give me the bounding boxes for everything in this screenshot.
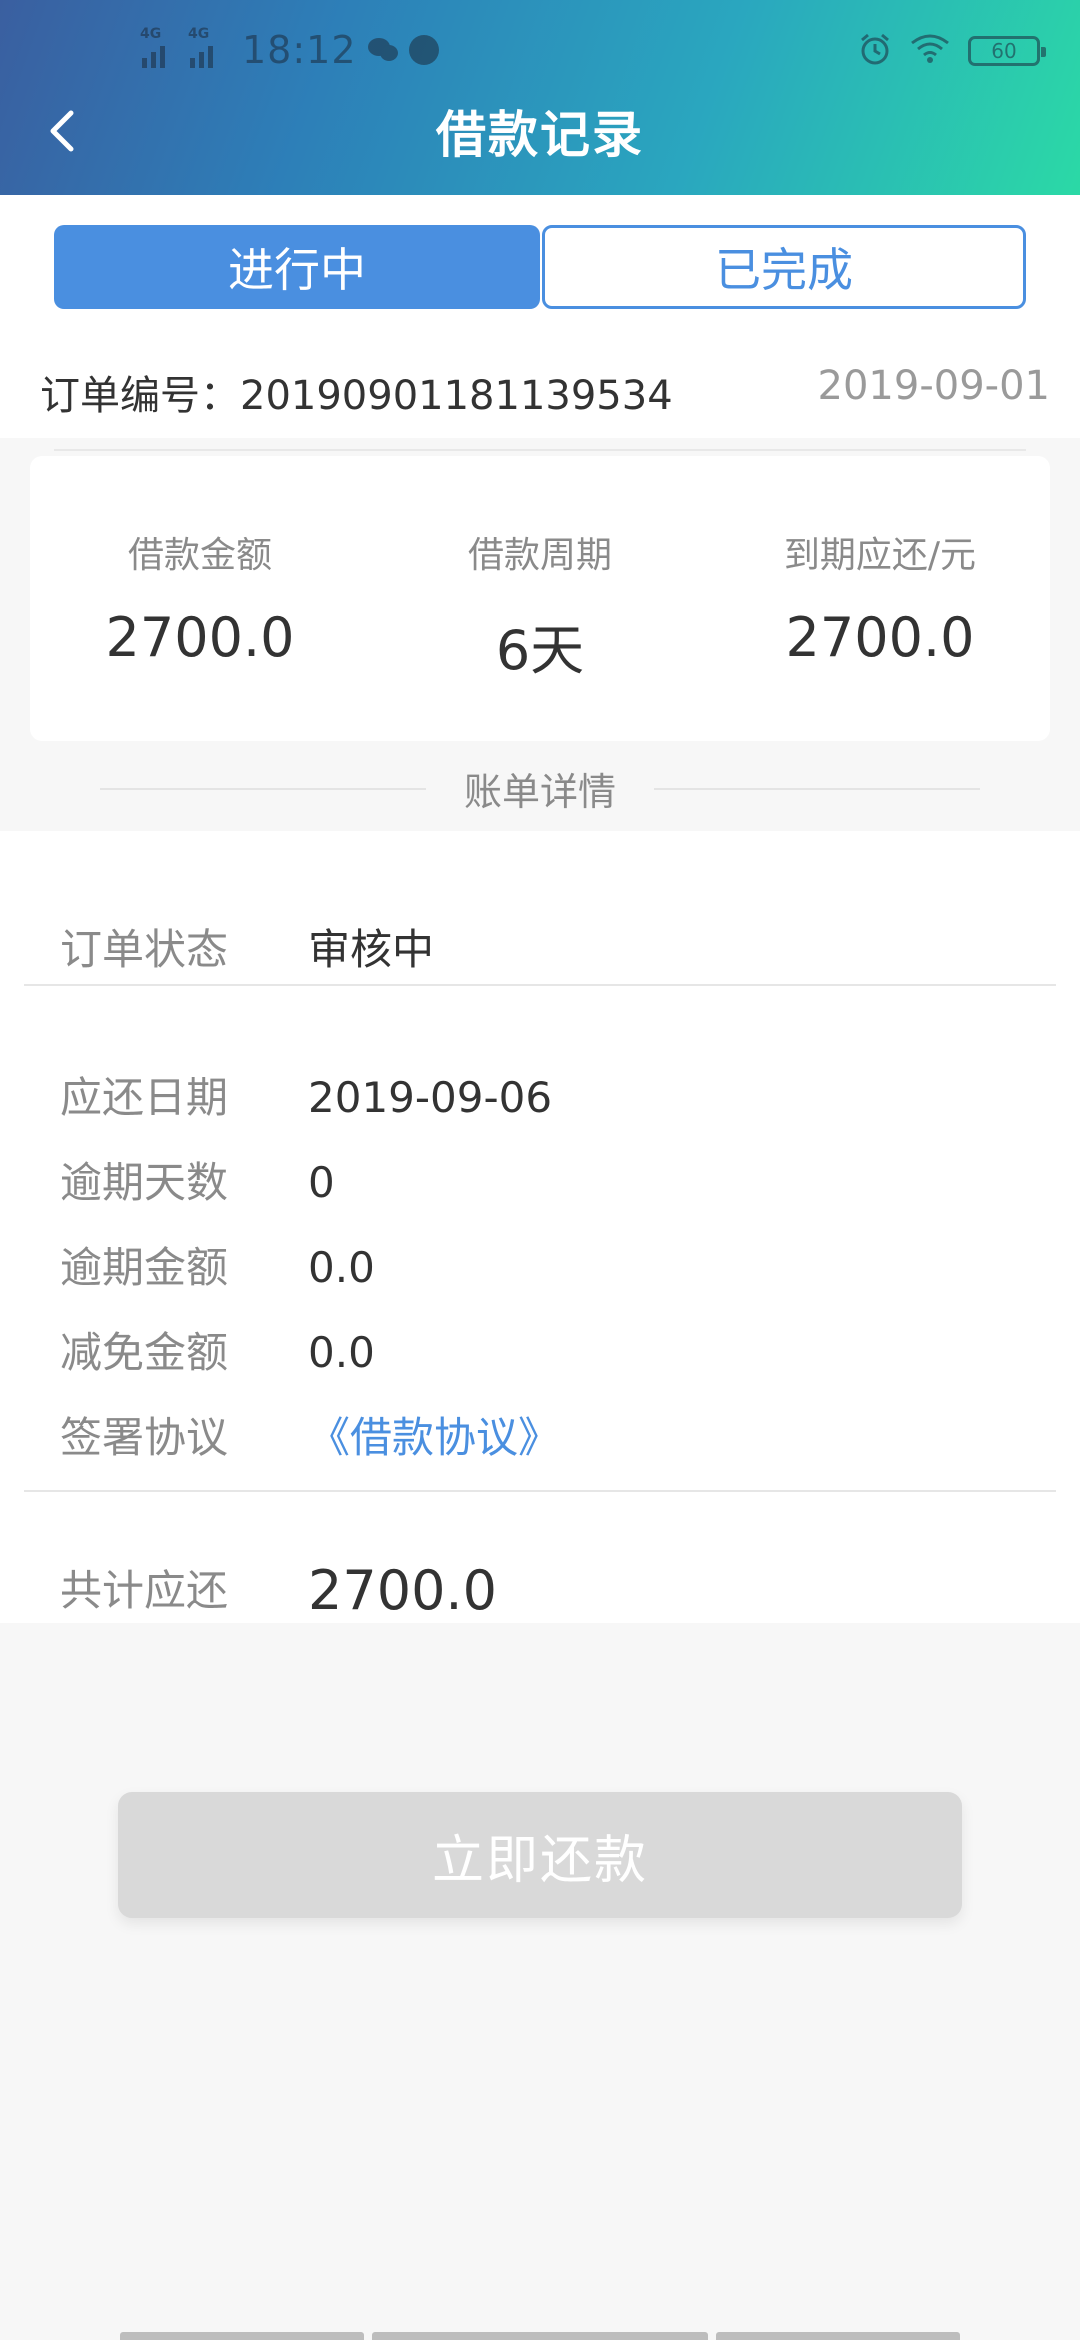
due-amount-label: 到期应还/元 <box>783 535 977 576</box>
divider <box>24 1490 1056 1492</box>
order-number-label: 订单编号： <box>40 373 240 419</box>
battery-icon: 60 <box>968 36 1046 66</box>
due-amount: 到期应还/元 2700.0 <box>710 456 1050 741</box>
wifi-icon <box>910 33 950 69</box>
signal-icon: 4G <box>140 26 178 68</box>
total-due-row: 共计应还 2700.0 <box>0 1561 1080 1621</box>
tab-bar: 进行中 已完成 <box>0 195 1080 338</box>
message-icon <box>408 35 439 65</box>
app-header: 4G 4G 18:12 60 借款记录 <box>0 0 1080 195</box>
due-amount-value: 2700.0 <box>785 606 975 669</box>
total-due-label: 共计应还 <box>60 1566 229 1615</box>
network-type-label: 4G <box>140 26 162 42</box>
alarm-icon <box>858 32 892 70</box>
due-date-label: 应还日期 <box>60 1073 229 1122</box>
overdue-amount-row: 逾期金额 0.0 <box>0 1238 1080 1298</box>
order-number: 订单编号：20190901181139534 <box>40 363 673 421</box>
agreement-label: 签署协议 <box>60 1413 229 1462</box>
agreement-row: 签署协议 《借款协议》 <box>0 1408 1080 1468</box>
status-right: 60 <box>858 32 1046 70</box>
repay-now-button[interactable]: 立即还款 <box>118 1792 962 1918</box>
loan-amount: 借款金额 2700.0 <box>30 456 370 741</box>
total-due-value: 2700.0 <box>308 1559 497 1622</box>
loan-agreement-link[interactable]: 《借款协议》 <box>308 1408 560 1468</box>
order-status-value: 审核中 <box>308 925 435 974</box>
bill-detail-panel: 订单状态 审核中 应还日期 2019-09-06 逾期天数 0 逾期金额 0.0… <box>0 831 1080 1623</box>
page-title: 借款记录 <box>436 106 644 164</box>
order-info-row: 订单编号：20190901181139534 2019-09-01 <box>0 338 1080 438</box>
wechat-icon <box>367 36 399 64</box>
network-type-label-2: 4G <box>188 26 210 42</box>
loan-amount-label: 借款金额 <box>127 535 272 576</box>
bill-detail-header: 账单详情 <box>0 741 1080 831</box>
tab-completed[interactable]: 已完成 <box>542 225 1026 309</box>
status-bar: 4G 4G 18:12 60 <box>0 0 1080 96</box>
due-date-value: 2019-09-06 <box>308 1073 553 1122</box>
nav-gesture-bar[interactable] <box>120 2332 364 2340</box>
divider-right <box>654 788 980 790</box>
tab-in-progress[interactable]: 进行中 <box>54 225 540 309</box>
overdue-amount-value: 0.0 <box>308 1243 375 1292</box>
loan-summary-card: 借款金额 2700.0 借款周期 6天 到期应还/元 2700.0 <box>30 456 1050 741</box>
status-left: 4G 4G 18:12 <box>140 26 439 72</box>
overdue-amount-label: 逾期金额 <box>60 1243 229 1292</box>
order-status-label: 订单状态 <box>60 925 229 974</box>
divider <box>54 449 1026 451</box>
due-date-row: 应还日期 2019-09-06 <box>0 1068 1080 1128</box>
loan-period-label: 借款周期 <box>467 535 612 576</box>
loan-period: 借款周期 6天 <box>370 456 710 741</box>
overdue-days-value: 0 <box>308 1158 335 1207</box>
overdue-days-label: 逾期天数 <box>60 1158 229 1207</box>
battery-level: 60 <box>991 39 1017 63</box>
nav-gesture-bar[interactable] <box>716 2332 960 2340</box>
loan-amount-value: 2700.0 <box>105 606 295 669</box>
status-time: 18:12 <box>242 28 357 72</box>
order-status-row: 订单状态 审核中 <box>0 920 1080 980</box>
order-number-value: 20190901181139534 <box>240 373 673 419</box>
nav-bar: 借款记录 <box>0 96 1080 195</box>
waived-amount-value: 0.0 <box>308 1328 375 1377</box>
overdue-days-row: 逾期天数 0 <box>0 1153 1080 1213</box>
order-date: 2019-09-01 <box>817 363 1050 409</box>
waived-amount-label: 减免金额 <box>60 1328 229 1377</box>
nav-gesture-bar[interactable] <box>372 2332 708 2340</box>
loan-period-value: 6天 <box>495 619 585 682</box>
divider <box>24 984 1056 986</box>
waived-amount-row: 减免金额 0.0 <box>0 1323 1080 1383</box>
signal-icon-2: 4G <box>188 26 226 68</box>
